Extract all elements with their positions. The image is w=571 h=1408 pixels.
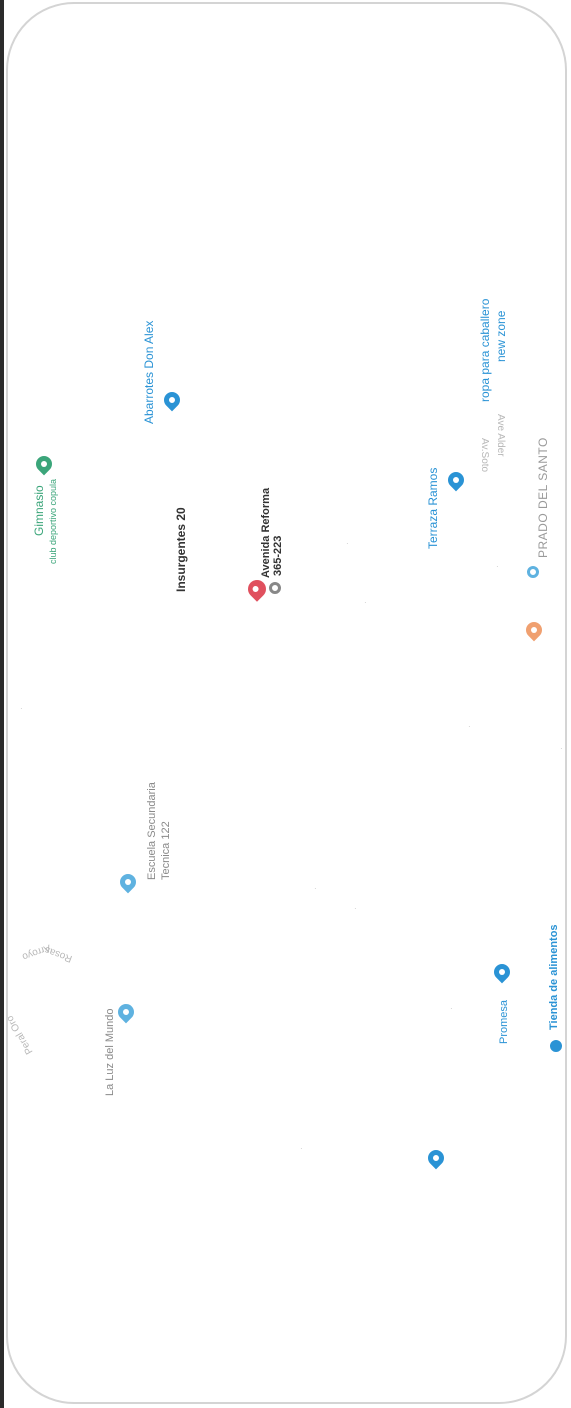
gimnasio-pin-icon[interactable]	[32, 452, 56, 476]
poi-escuela-sublabel: Tecnica 122	[160, 821, 172, 880]
poi-escuela-label[interactable]: Escuela Secundaria	[146, 782, 158, 880]
avenida-dot-icon	[269, 582, 281, 594]
map-speck: ·	[496, 562, 499, 571]
poi-gimnasio-sublabel: club deportivo copula	[48, 478, 58, 564]
map-speck: ·	[560, 744, 563, 753]
poi-gimnasio-label[interactable]: Gimnasio	[32, 485, 46, 536]
prado-place-icon[interactable]	[527, 566, 539, 578]
poi-tienda-label[interactable]: Tienda de alimentos	[548, 924, 560, 1030]
poi-luz-label[interactable]: La Luz del Mundo	[104, 1009, 116, 1096]
promesa-pin-icon[interactable]	[490, 960, 514, 984]
poi-promesa-label[interactable]: Promesa	[498, 1000, 510, 1044]
poi-terraza-label[interactable]: Terraza Ramos	[426, 468, 440, 549]
map-speck: ·	[314, 884, 317, 893]
luz-pin-icon[interactable]	[114, 1000, 138, 1024]
street-label: Rosas	[43, 943, 74, 964]
poi-insurgentes-label[interactable]: Insurgentes 20	[174, 507, 188, 592]
map-speck: ·	[346, 539, 349, 548]
map-speck: ·	[354, 904, 357, 913]
poi-avenida-label[interactable]: Avenida Reforma	[260, 488, 272, 578]
map-speck: ·	[468, 722, 471, 731]
escuela-pin-icon[interactable]	[116, 870, 140, 894]
poi-avenida-sublabel: 365-223	[272, 535, 284, 576]
poi-abarrotes-label[interactable]: Abarrotes Don Alex	[142, 321, 156, 424]
poi-ropa-label[interactable]: ropa para caballero	[478, 299, 492, 402]
map-speck: ·	[20, 704, 23, 713]
poi-prado-label[interactable]: PRADO DEL SANTO	[536, 437, 550, 558]
map-speck: ·	[300, 1144, 303, 1153]
street-label: Av.Soto	[479, 438, 490, 473]
map-speck: ·	[450, 1004, 453, 1013]
street-label: Peral Oro	[6, 1013, 36, 1056]
street-label: Ave Alder	[495, 414, 506, 457]
location-pin-icon[interactable]	[424, 1146, 448, 1170]
window-edge	[0, 0, 4, 1408]
tienda-place-icon[interactable]	[550, 1040, 562, 1052]
abarrotes-pin-icon[interactable]	[160, 388, 184, 412]
poi-ropa-sublabel: new zone	[494, 310, 508, 362]
avenida-selected-pin-icon[interactable]	[244, 576, 270, 602]
terraza-pin-icon[interactable]	[444, 468, 468, 492]
map-view[interactable]: Gimnasio club deportivo copula Abarrotes…	[6, 2, 567, 1404]
food-pin-icon[interactable]	[522, 618, 546, 642]
map-speck: ·	[364, 598, 367, 607]
